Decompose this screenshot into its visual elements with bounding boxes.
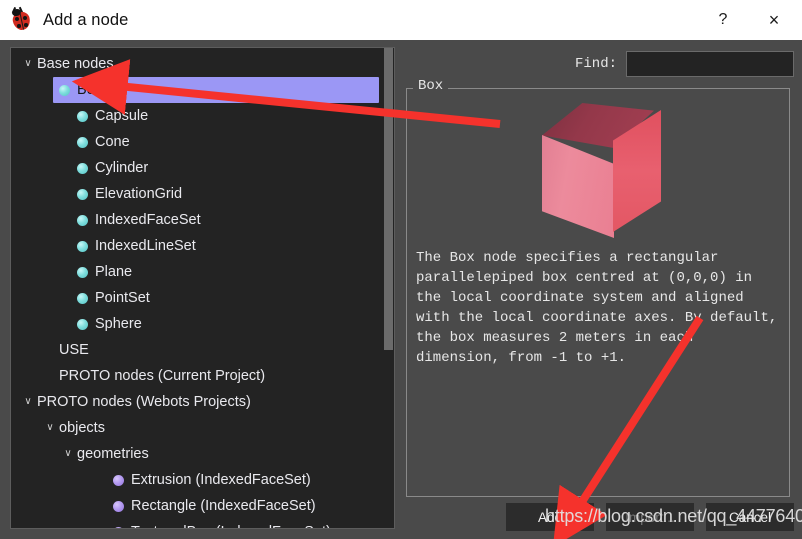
window-title: Add a node (43, 10, 129, 29)
chevron-down-icon[interactable]: ∨ (19, 397, 37, 407)
tree-item[interactable]: Plane (11, 259, 385, 285)
tree-item-label: Sphere (95, 315, 142, 332)
node-tree-rows: ∨ Base nodes Box Capsule Cone Cylinder Elevati… (11, 48, 385, 528)
node-tree[interactable]: ∨ Base nodes Box Capsule Cone Cylinder Elevati… (10, 47, 395, 529)
tree-item-label: PointSet (95, 289, 150, 306)
ladybug-icon (9, 6, 35, 33)
tree-item-label: IndexedFaceSet (95, 211, 201, 228)
node-bullet-icon (77, 214, 88, 226)
close-icon[interactable]: × (746, 0, 802, 40)
tree-item-label: TexturedBox (IndexedFaceSet) (131, 525, 331, 528)
detail-pane: Find: Box The Box node specifies a recta… (402, 40, 802, 539)
node-bullet-icon (77, 188, 88, 200)
node-bullet-icon (59, 84, 70, 96)
node-bullet-icon (77, 110, 88, 122)
help-button[interactable]: ? (700, 0, 746, 40)
find-row: Find: (575, 51, 794, 77)
tree-item-label: Plane (95, 263, 133, 280)
node-bullet-icon (77, 162, 88, 174)
tree-item-label: Box (77, 81, 102, 98)
tree-item-label: Base nodes (37, 55, 114, 72)
tree-item[interactable]: PROTO nodes (Current Project) (11, 363, 385, 389)
tree-item-label: USE (59, 341, 89, 358)
tree-item[interactable]: ∨ objects (11, 415, 385, 441)
preview-area: The Box node specifies a rectangular par… (408, 90, 789, 496)
node-bullet-icon (113, 526, 124, 528)
tree-item[interactable]: ∨ geometries (11, 441, 385, 467)
tree-item[interactable]: ElevationGrid (11, 181, 385, 207)
tree-item[interactable]: ∨ PROTO nodes (Webots Projects) (11, 389, 385, 415)
tree-item-label: ElevationGrid (95, 185, 183, 202)
node-bullet-icon (77, 240, 88, 252)
preview-groupbox: Box The Box node specifies a rectangular… (406, 79, 790, 497)
watermark-text: https://blog.csdn.net/qq_44776401 (545, 506, 802, 526)
node-bullet-icon (113, 474, 124, 486)
tree-item[interactable]: PointSet (11, 285, 385, 311)
tree-item[interactable]: ∨ Base nodes (11, 51, 385, 77)
tree-item[interactable]: Extrusion (IndexedFaceSet) (11, 467, 385, 493)
window-titlebar: Add a node ? × (0, 0, 802, 40)
tree-item-label: IndexedLineSet (95, 237, 196, 254)
tree-item[interactable]: Cone (11, 129, 385, 155)
node-description: The Box node specifies a rectangular par… (416, 250, 786, 366)
dialog-body: ∨ Base nodes Box Capsule Cone Cylinder Elevati… (0, 40, 802, 539)
tree-item[interactable]: Cylinder (11, 155, 385, 181)
search-input[interactable] (626, 51, 794, 77)
tree-item[interactable]: Rectangle (IndexedFaceSet) (11, 493, 385, 519)
tree-item[interactable]: Sphere (11, 311, 385, 337)
tree-item-label: Cylinder (95, 159, 149, 176)
tree-item[interactable]: Capsule (11, 103, 385, 129)
tree-scrollbar[interactable] (383, 48, 394, 528)
add-node-dialog: Add a node ? × ∨ Base nodes Box Capsule Cone… (0, 0, 802, 539)
cube-render (536, 103, 666, 238)
node-bullet-icon (113, 500, 124, 512)
tree-item[interactable]: Box (53, 77, 379, 103)
tree-item-label: Capsule (95, 107, 149, 124)
tree-item[interactable]: TexturedBox (IndexedFaceSet) (11, 519, 385, 528)
tree-item-label: PROTO nodes (Webots Projects) (37, 393, 251, 410)
node-bullet-icon (77, 136, 88, 148)
tree-item[interactable]: IndexedLineSet (11, 233, 385, 259)
node-bullet-icon (77, 318, 88, 330)
tree-item-label: PROTO nodes (Current Project) (59, 367, 266, 384)
find-label: Find: (574, 56, 617, 72)
tree-item-label: Rectangle (IndexedFaceSet) (131, 497, 316, 514)
tree-item-label: objects (59, 419, 105, 436)
tree-scrollbar-thumb[interactable] (384, 48, 393, 351)
node-bullet-icon (77, 292, 88, 304)
node-bullet-icon (77, 266, 88, 278)
chevron-down-icon[interactable]: ∨ (19, 59, 37, 69)
tree-item-label: Extrusion (IndexedFaceSet) (131, 471, 311, 488)
chevron-down-icon[interactable]: ∨ (59, 449, 77, 459)
chevron-down-icon[interactable]: ∨ (41, 423, 59, 433)
tree-item-label: Cone (95, 133, 130, 150)
tree-item[interactable]: IndexedFaceSet (11, 207, 385, 233)
tree-item[interactable]: USE (11, 337, 385, 363)
tree-item-label: geometries (77, 445, 149, 462)
